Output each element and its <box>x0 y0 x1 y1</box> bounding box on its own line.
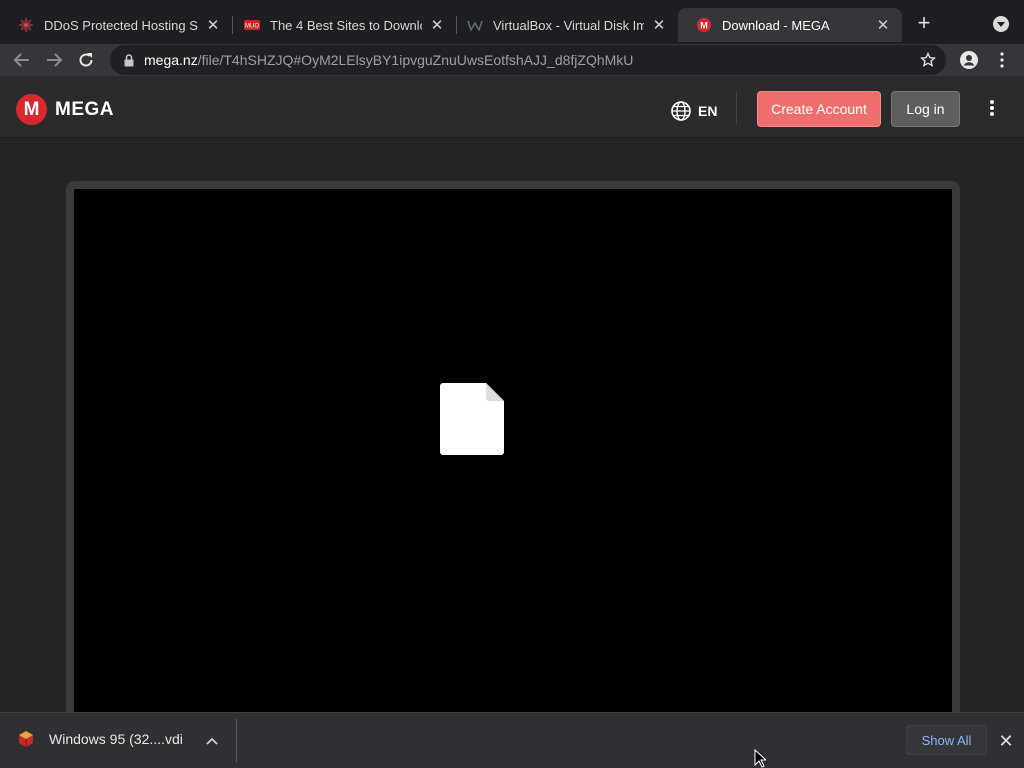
url-text: mega.nz/file/T4hSHZJQ#OyM2LElsyBY1ipvguZ… <box>144 52 633 68</box>
chevron-up-icon[interactable] <box>204 733 220 749</box>
tab-title: VirtualBox - Virtual Disk Ima <box>493 17 644 33</box>
mega-logo[interactable]: M MEGA <box>16 94 114 125</box>
muo-favicon-icon: MUO <box>244 17 260 33</box>
address-bar[interactable]: mega.nz/file/T4hSHZJQ#OyM2LElsyBY1ipvguZ… <box>110 45 946 75</box>
tab-close-icon[interactable]: ✕ <box>428 16 446 34</box>
svg-text:MUO: MUO <box>245 24 259 30</box>
tab-close-icon[interactable]: ✕ <box>650 16 668 34</box>
mega-favicon-icon: M <box>696 17 712 33</box>
language-label: EN <box>698 103 718 119</box>
download-shelf: Windows 95 (32....vdi Show All ✕ <box>0 712 1024 768</box>
shelf-divider <box>236 719 237 763</box>
svg-text:M: M <box>700 21 708 31</box>
ddos-favicon-icon <box>18 17 34 33</box>
tab-title: Download - MEGA <box>722 17 830 33</box>
mouse-cursor-icon <box>754 749 766 768</box>
virtualbox-favicon-icon <box>467 17 483 33</box>
download-item[interactable]: Windows 95 (32....vdi <box>16 729 183 749</box>
create-account-button[interactable]: Create Account <box>757 91 881 127</box>
browser-menu-icon[interactable] <box>990 48 1014 72</box>
mega-wordmark: MEGA <box>55 98 114 120</box>
browser-tab-strip: DDoS Protected Hosting Sol ✕ MUO The 4 B… <box>0 0 1024 44</box>
header-divider <box>736 92 737 124</box>
package-icon <box>19 731 33 747</box>
tab-title: The 4 Best Sites to Downloa <box>270 17 422 33</box>
new-tab-plus-icon[interactable]: + <box>913 12 935 35</box>
back-arrow-icon[interactable] <box>10 48 34 72</box>
url-path: /file/T4hSHZJQ#OyM2LElsyBY1ipvguZnuUwsEo… <box>197 52 634 68</box>
profile-avatar-icon[interactable] <box>957 48 981 72</box>
tab-mega-download[interactable]: M Download - MEGA ✕ <box>678 8 902 42</box>
file-preview-area <box>0 138 1024 721</box>
tab-best-sites[interactable]: MUO The 4 Best Sites to Downloa ✕ <box>226 8 457 42</box>
tab-ddos-hosting[interactable]: DDoS Protected Hosting Sol ✕ <box>0 8 233 42</box>
tab-virtualbox[interactable]: VirtualBox - Virtual Disk Ima ✕ <box>449 8 678 42</box>
lock-icon <box>122 53 136 67</box>
tab-close-icon[interactable]: ✕ <box>204 16 222 34</box>
globe-icon <box>671 101 691 121</box>
download-filename: Windows 95 (32....vdi <box>49 731 183 747</box>
close-icon[interactable]: ✕ <box>996 731 1016 751</box>
preview-frame <box>66 181 960 721</box>
show-all-button[interactable]: Show All <box>906 725 987 755</box>
more-options-icon[interactable] <box>984 98 1000 118</box>
browser-toolbar: mega.nz/file/T4hSHZJQ#OyM2LElsyBY1ipvguZ… <box>0 44 1024 76</box>
mega-header: M MEGA EN Create Account Log in <box>0 76 1024 138</box>
tab-close-icon[interactable]: ✕ <box>874 16 892 34</box>
bookmark-star-icon[interactable] <box>919 51 937 68</box>
language-selector[interactable]: EN <box>670 100 717 122</box>
generic-file-icon <box>440 383 504 455</box>
mega-logo-icon: M <box>16 94 47 125</box>
reload-icon[interactable] <box>74 48 98 72</box>
tab-title: DDoS Protected Hosting Sol <box>44 17 198 33</box>
login-button[interactable]: Log in <box>891 91 960 127</box>
forward-arrow-icon[interactable] <box>42 48 66 72</box>
url-host: mega.nz <box>144 52 198 68</box>
preview-canvas <box>74 189 952 721</box>
tab-search-chevron-icon[interactable] <box>993 16 1009 32</box>
